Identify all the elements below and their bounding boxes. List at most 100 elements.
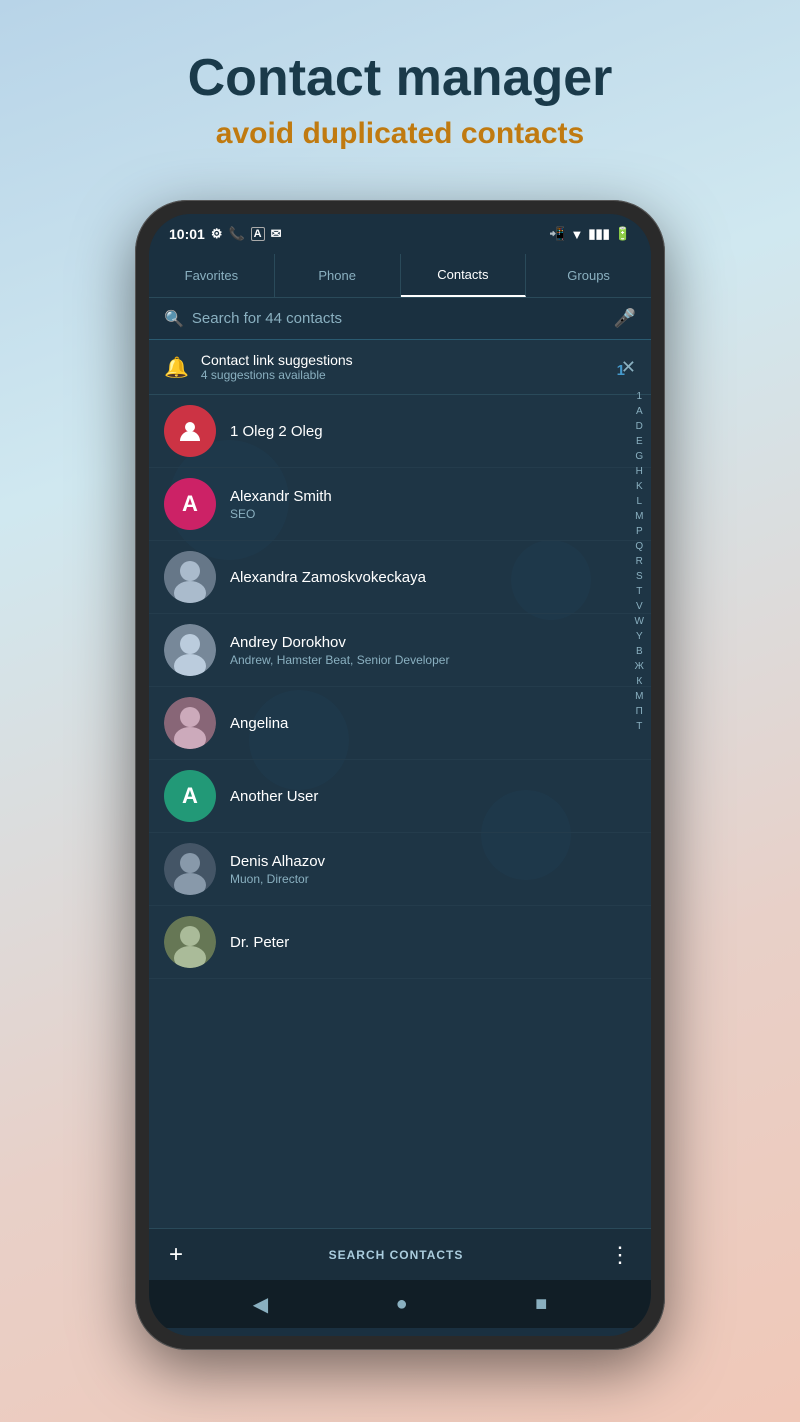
avatar-denis xyxy=(164,843,216,895)
signal-icon: ▮▮▮ xyxy=(588,226,609,242)
status-time: 10:01 xyxy=(169,226,205,242)
contact-info-denis: Denis Alhazov Muon, Director xyxy=(230,853,636,886)
alpha-letter-K[interactable]: K xyxy=(633,480,646,494)
back-button[interactable]: ◀ xyxy=(253,1292,268,1317)
email-icon: ✉ xyxy=(271,226,282,242)
alpha-letter-К[interactable]: К xyxy=(633,675,645,689)
contact-item-1-oleg[interactable]: 1 Oleg 2 Oleg xyxy=(149,395,651,468)
contact-item-angelina[interactable]: Angelina xyxy=(149,687,651,760)
suggestion-banner: 🔔 Contact link suggestions 4 suggestions… xyxy=(149,340,651,395)
contact-detail: Muon, Director xyxy=(230,872,636,886)
contact-name: Another User xyxy=(230,788,636,805)
status-left: 10:01 ⚙ 📞 A ✉ xyxy=(169,226,282,242)
bottom-toolbar: + SEARCH CONTACTS ⋮ xyxy=(149,1228,651,1280)
alpha-letter-Y[interactable]: Y xyxy=(633,630,646,644)
contact-info-1-oleg: 1 Oleg 2 Oleg xyxy=(230,423,636,440)
alphabet-index: 1ADEGHKLMPQRSTVWYВЖКМПТ xyxy=(632,390,647,734)
contact-detail: SEO xyxy=(230,507,636,521)
recents-button[interactable]: ■ xyxy=(535,1293,547,1316)
wifi-icon: ▼ xyxy=(570,227,583,242)
search-bar[interactable]: 🔍 Search for 44 contacts 🎤 xyxy=(149,298,651,340)
contact-item-dr-peter[interactable]: Dr. Peter xyxy=(149,906,651,979)
alpha-letter-П[interactable]: П xyxy=(633,705,646,719)
alpha-letter-Ж[interactable]: Ж xyxy=(632,660,647,674)
contact-name: 1 Oleg 2 Oleg xyxy=(230,423,636,440)
contact-name: Dr. Peter xyxy=(230,934,636,951)
page-header: Contact manager avoid duplicated contact… xyxy=(0,0,800,171)
contact-name: Andrey Dorokhov xyxy=(230,634,636,651)
contact-name: Alexandra Zamoskvokeckaya xyxy=(230,569,636,586)
mic-icon[interactable]: 🎤 xyxy=(614,308,636,329)
tab-contacts[interactable]: Contacts xyxy=(401,254,527,297)
tab-favorites[interactable]: Favorites xyxy=(149,254,275,297)
home-button[interactable]: ● xyxy=(396,1293,408,1316)
page-background: Contact manager avoid duplicated contact… xyxy=(0,0,800,1422)
contact-name: Angelina xyxy=(230,715,636,732)
alpha-letter-W[interactable]: W xyxy=(632,615,647,629)
phone-frame: 10:01 ⚙ 📞 A ✉ 📲 ▼ ▮▮▮ 🔋 xyxy=(135,200,665,1350)
contact-list-area: 🔔 Contact link suggestions 4 suggestions… xyxy=(149,340,651,1228)
contact-item-another-user[interactable]: A Another User xyxy=(149,760,651,833)
suggestion-subtitle: 4 suggestions available xyxy=(201,368,609,382)
alpha-letter-Q[interactable]: Q xyxy=(632,540,646,554)
contact-item-andrey[interactable]: Andrey Dorokhov Andrew, Hamster Beat, Se… xyxy=(149,614,651,687)
alpha-letter-E[interactable]: E xyxy=(633,435,646,449)
avatar-another-user: A xyxy=(164,770,216,822)
alpha-letter-Т[interactable]: Т xyxy=(633,720,645,734)
avatar-dr-peter xyxy=(164,916,216,968)
contact-info-angelina: Angelina xyxy=(230,715,636,732)
contact-item-alexandra[interactable]: Alexandra Zamoskvokeckaya xyxy=(149,541,651,614)
alpha-letter-A[interactable]: A xyxy=(633,405,646,419)
tab-phone[interactable]: Phone xyxy=(275,254,401,297)
search-placeholder: Search for 44 contacts xyxy=(192,310,342,327)
alpha-letter-В[interactable]: В xyxy=(633,645,646,659)
contact-detail: Andrew, Hamster Beat, Senior Developer xyxy=(230,653,636,667)
phone-inner: 10:01 ⚙ 📞 A ✉ 📲 ▼ ▮▮▮ 🔋 xyxy=(149,214,651,1336)
avatar-alexandra xyxy=(164,551,216,603)
alpha-letter-H[interactable]: H xyxy=(633,465,646,479)
alpha-letter-L[interactable]: L xyxy=(633,495,645,509)
avatar-alexandr: A xyxy=(164,478,216,530)
contact-item-alexandr[interactable]: A Alexandr Smith SEO xyxy=(149,468,651,541)
contact-info-alexandra: Alexandra Zamoskvokeckaya xyxy=(230,569,636,586)
alpha-letter-D[interactable]: D xyxy=(633,420,646,434)
contact-info-dr-peter: Dr. Peter xyxy=(230,934,636,951)
contact-name: Alexandr Smith xyxy=(230,488,636,505)
suggestion-text: Contact link suggestions 4 suggestions a… xyxy=(201,352,609,382)
alpha-letter-T[interactable]: T xyxy=(633,585,645,599)
add-contact-button[interactable]: + xyxy=(169,1241,183,1269)
avatar-andrey xyxy=(164,624,216,676)
contact-info-andrey: Andrey Dorokhov Andrew, Hamster Beat, Se… xyxy=(230,634,636,667)
alpha-letter-M[interactable]: M xyxy=(632,510,646,524)
more-options-button[interactable]: ⋮ xyxy=(609,1242,631,1268)
phone-container: 10:01 ⚙ 📞 A ✉ 📲 ▼ ▮▮▮ 🔋 xyxy=(135,200,665,1350)
settings-icon: ⚙ xyxy=(211,226,223,242)
phone-icon: 📞 xyxy=(228,226,244,242)
alpha-letter-М[interactable]: М xyxy=(632,690,646,704)
call-icon: 📲 xyxy=(549,226,565,242)
a-icon: A xyxy=(251,227,265,241)
alpha-letter-V[interactable]: V xyxy=(633,600,646,614)
page-title: Contact manager xyxy=(0,50,800,107)
contact-info-alexandr: Alexandr Smith SEO xyxy=(230,488,636,521)
page-subtitle: avoid duplicated contacts xyxy=(0,117,800,151)
search-icon: 🔍 xyxy=(164,309,184,329)
avatar-1-oleg xyxy=(164,405,216,457)
alpha-letter-G[interactable]: G xyxy=(632,450,646,464)
search-contacts-button[interactable]: SEARCH CONTACTS xyxy=(183,1248,609,1262)
suggestion-count: 1 xyxy=(617,362,625,379)
suggestion-title: Contact link suggestions xyxy=(201,352,609,368)
contact-info-another-user: Another User xyxy=(230,788,636,805)
alpha-letter-S[interactable]: S xyxy=(633,570,646,584)
status-right: 📲 ▼ ▮▮▮ 🔋 xyxy=(549,226,631,242)
avatar-angelina xyxy=(164,697,216,749)
alpha-letter-P[interactable]: P xyxy=(633,525,646,539)
bell-icon: 🔔 xyxy=(164,355,189,380)
alpha-letter-1[interactable]: 1 xyxy=(633,390,645,404)
tab-groups[interactable]: Groups xyxy=(526,254,651,297)
tab-bar: Favorites Phone Contacts Groups xyxy=(149,254,651,298)
battery-icon: 🔋 xyxy=(615,226,631,242)
contact-item-denis[interactable]: Denis Alhazov Muon, Director xyxy=(149,833,651,906)
contact-name: Denis Alhazov xyxy=(230,853,636,870)
alpha-letter-R[interactable]: R xyxy=(633,555,646,569)
